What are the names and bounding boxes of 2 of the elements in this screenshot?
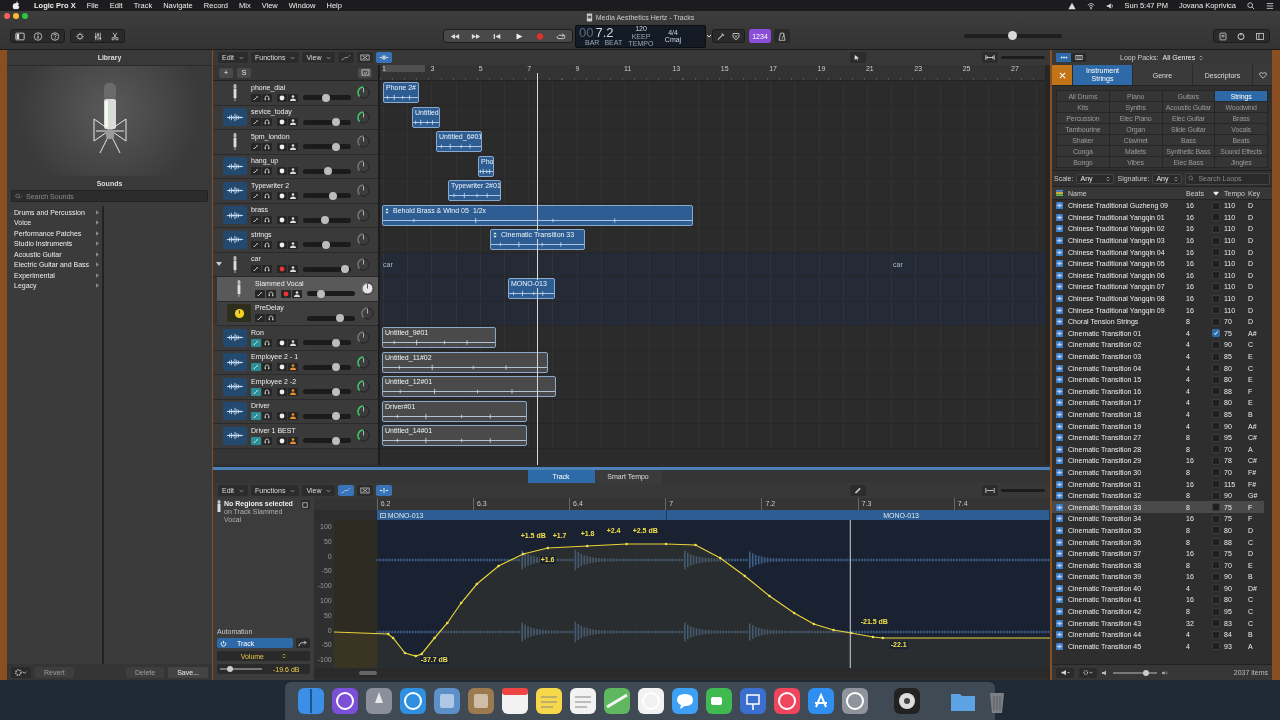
lcd-digits: 00: [579, 26, 594, 39]
playhead-position: 7.2: [595, 26, 614, 39]
